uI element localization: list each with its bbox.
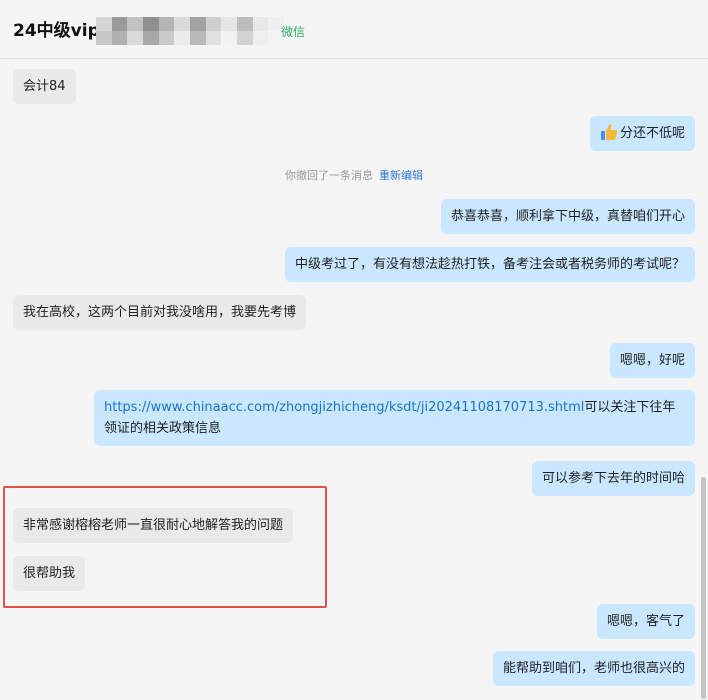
message-text: 中级考过了，有没有想法趁热打铁，备考注会或者税务师的考试呢？ — [294, 257, 685, 272]
message-link[interactable]: https://www.chinaacc.com/zhongjizhicheng… — [104, 400, 584, 415]
message-text: 可以参考下去年的时间哈 — [541, 471, 685, 486]
message-bubble-left[interactable]: 我在高校，这两个目前对我没啥用，我要先考博 — [13, 295, 307, 330]
message-text: 分还不低呢 — [619, 126, 685, 141]
message-bubble-right[interactable]: 能帮助到咱们，老师也很高兴的 — [492, 651, 695, 686]
message-bubble-right[interactable]: 嗯嗯，好呢 — [609, 343, 695, 378]
message-text: 我在高校，这两个目前对我没啥用，我要先考博 — [23, 305, 297, 320]
thumbs-up-icon — [600, 123, 618, 141]
message-bubble-right[interactable]: https://www.chinaacc.com/zhongjizhicheng… — [94, 390, 695, 446]
recall-notice: 你撤回了一条消息 重新编辑 — [0, 168, 708, 184]
message-text: 嗯嗯，客气了 — [606, 614, 685, 629]
message-list: 会计84 分还不低呢 你撤回了一条消息 重新编辑 恭喜恭喜，顺利拿下中级，真替咱们… — [0, 59, 708, 700]
scrollbar-thumb[interactable] — [701, 477, 706, 699]
wechat-tag: 微信 — [281, 25, 306, 39]
message-text: 恭喜恭喜，顺利拿下中级，真替咱们开心 — [450, 209, 685, 224]
message-text: 会计84 — [23, 79, 66, 94]
message-text: 嗯嗯，好呢 — [619, 353, 685, 368]
message-bubble-right[interactable]: 嗯嗯，客气了 — [596, 604, 695, 639]
highlight-box — [3, 486, 327, 608]
message-bubble-right[interactable]: 可以参考下去年的时间哈 — [531, 461, 695, 496]
recall-text: 你撤回了一条消息 — [285, 169, 373, 182]
message-bubble-left[interactable]: 会计84 — [13, 69, 76, 104]
chat-window: 24中级vip 微信 会计84 分还不低呢 你撤回了一条消息 重新编辑 恭喜恭喜，… — [0, 0, 708, 700]
message-text: 能帮助到咱们，老师也很高兴的 — [502, 661, 685, 676]
message-bubble-right[interactable]: 分还不低呢 — [589, 116, 695, 151]
message-bubble-right[interactable]: 中级考过了，有没有想法趁热打铁，备考注会或者税务师的考试呢？ — [284, 247, 695, 282]
chat-header: 24中级vip 微信 — [0, 0, 708, 59]
message-bubble-right[interactable]: 恭喜恭喜，顺利拿下中级，真替咱们开心 — [440, 199, 695, 234]
chat-title: 24中级vip — [13, 21, 100, 41]
reedit-link[interactable]: 重新编辑 — [379, 169, 423, 182]
redacted-name-mosaic — [96, 17, 284, 45]
